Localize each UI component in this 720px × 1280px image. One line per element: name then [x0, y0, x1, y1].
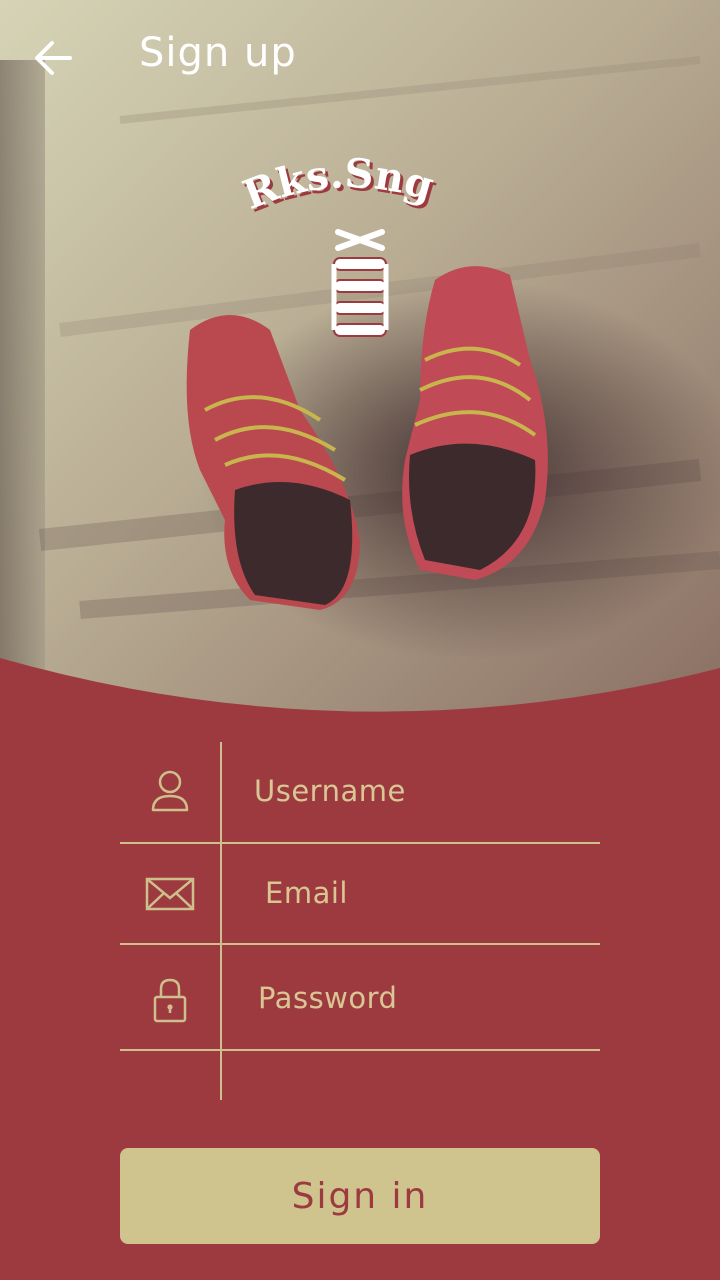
password-field[interactable]: Password	[120, 945, 600, 1049]
password-placeholder: Password	[258, 981, 398, 1015]
sign-in-label: Sign in	[291, 1175, 429, 1217]
user-icon	[144, 766, 196, 818]
arrow-left-icon[interactable]	[30, 34, 78, 82]
email-placeholder: Email	[265, 876, 348, 910]
email-field[interactable]: Email	[120, 844, 600, 944]
lock-icon	[144, 975, 196, 1027]
sign-in-button[interactable]: Sign in	[120, 1148, 600, 1244]
brand-logo: Rks.Sng Rks.Sng	[237, 150, 480, 350]
username-placeholder: Username	[254, 774, 406, 808]
top-bar: Sign up	[0, 0, 720, 112]
envelope-icon	[144, 868, 196, 920]
username-field[interactable]: Username	[120, 742, 600, 842]
signup-form: Username Email Password	[120, 742, 600, 1100]
divider	[120, 1049, 600, 1051]
page-title: Sign up	[139, 30, 297, 76]
